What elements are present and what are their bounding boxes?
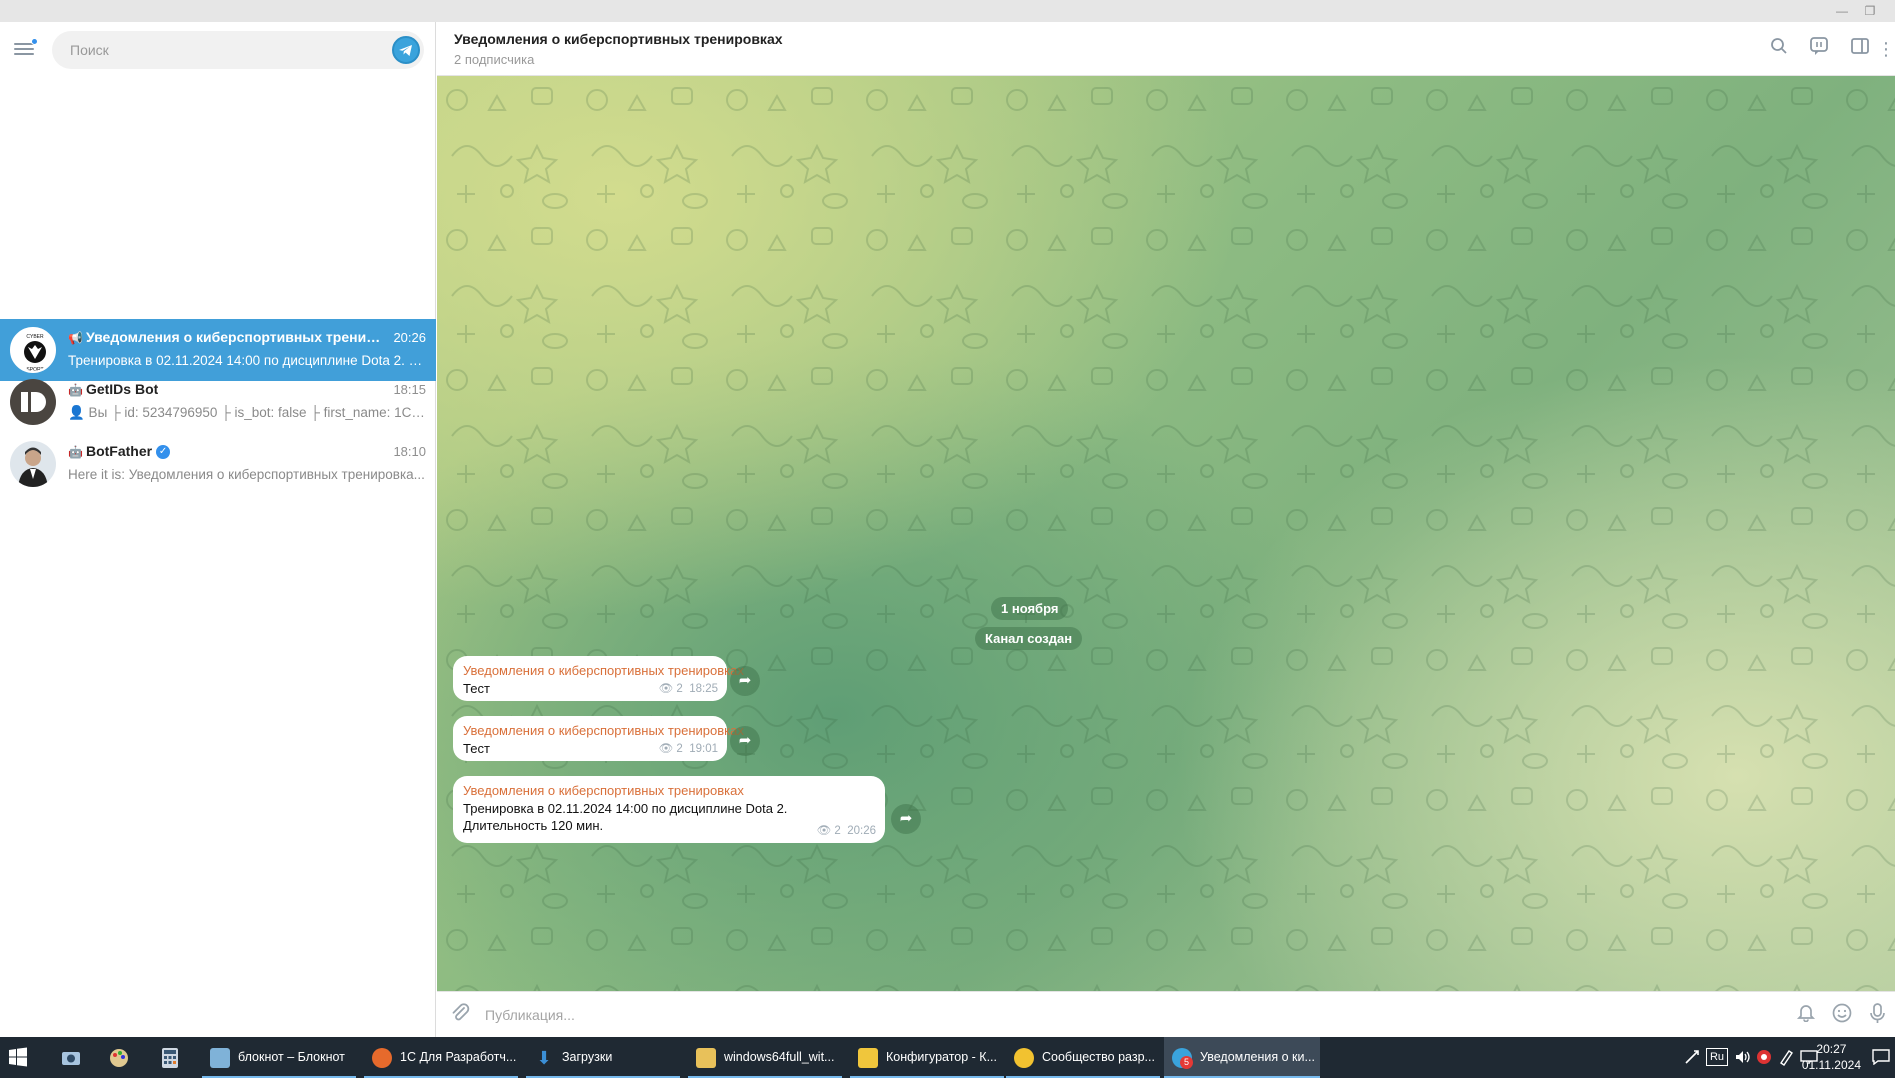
search-icon[interactable] <box>1766 36 1792 62</box>
chat-name: 🤖 GetIDs Bot <box>68 381 159 397</box>
taskbar-app-1c-community[interactable]: Сообщество разр... <box>1006 1037 1160 1078</box>
volume-icon[interactable] <box>1734 1048 1752 1089</box>
chat-background: 1 ноября Канал создан Уведомления о кибе… <box>437 76 1895 991</box>
chat-name: 🤖 BotFather ✓ <box>68 443 171 460</box>
share-icon[interactable]: ➦ <box>891 804 921 834</box>
menu-icon[interactable] <box>14 38 38 60</box>
chat-time: 18:10 <box>393 444 426 459</box>
clock-time: 20:27 <box>1816 1042 1847 1056</box>
chat-title[interactable]: Уведомления о киберспортивных тренировка… <box>454 31 783 47</box>
notification-dot <box>31 38 38 45</box>
taskbar-app-notepad[interactable]: блокнот – Блокнот <box>202 1037 356 1078</box>
firefox-icon <box>372 1047 392 1068</box>
avatar <box>10 441 56 487</box>
1c-icon <box>1014 1047 1034 1068</box>
chat-preview: Here it is: Уведомления о киберспортивны… <box>68 467 425 482</box>
bot-icon: 🤖 <box>68 383 83 397</box>
message-author[interactable]: Уведомления о киберспортивных тренировка… <box>463 723 744 738</box>
notifications-icon[interactable] <box>1872 1049 1890 1090</box>
system-clock[interactable]: 20:27 01.11.2024 <box>1802 1041 1861 1073</box>
avatar: CYBER SPORT <box>10 327 56 373</box>
taskbar-app-downloads[interactable]: ⬇ Загрузки <box>526 1037 680 1078</box>
language-indicator[interactable]: Ru <box>1706 1048 1728 1066</box>
network-tray-icon[interactable] <box>1684 1049 1700 1090</box>
taskbar-app-firefox[interactable]: 1С Для Разработч... <box>364 1037 518 1078</box>
windows-taskbar: блокнот – Блокнот 1С Для Разработч... ⬇ З… <box>0 1037 1895 1078</box>
chat-name: 📢 Уведомления о киберспортивных тренировк… <box>68 329 388 345</box>
chat-subtitle: 2 подписчика <box>454 52 535 67</box>
share-icon[interactable]: ➦ <box>730 726 760 756</box>
doodle-pattern <box>437 76 1895 991</box>
restore-icon[interactable]: ❐ <box>1859 2 1881 20</box>
megaphone-icon: 📢 <box>68 331 83 345</box>
message-bubble[interactable]: Уведомления о киберспортивных тренировка… <box>453 716 744 761</box>
calculator-app-icon[interactable] <box>160 1037 194 1078</box>
taskbar-app-folder[interactable]: windows64full_wit... <box>688 1037 842 1078</box>
notepad-icon <box>210 1047 230 1068</box>
views-icon: 👁 <box>658 683 674 695</box>
message-bubble[interactable]: Уведомления о киберспортивных тренировка… <box>453 776 885 843</box>
message-input[interactable] <box>485 1000 1485 1030</box>
unread-badge: 5 <box>1180 1055 1193 1069</box>
configurator-icon <box>858 1047 878 1068</box>
message-text: Тренировка в 02.11.2024 14:00 по дисципл… <box>463 801 788 833</box>
chat-preview: 👤 Вы ├ id: 5234796950 ├ is_bot: false ├ … <box>68 405 426 420</box>
discussion-icon[interactable] <box>1806 36 1832 62</box>
svg-text:CYBER: CYBER <box>26 334 44 340</box>
message-composer <box>437 991 1895 1037</box>
folder-icon <box>696 1047 716 1068</box>
bot-icon: 🤖 <box>68 445 83 459</box>
chat-sidebar: CYBER SPORT 📢Уведомления о киберспортивн… <box>0 22 436 1037</box>
chat-time: 18:15 <box>393 382 426 397</box>
microphone-icon[interactable] <box>1867 1002 1887 1028</box>
message-author[interactable]: Уведомления о киберспортивных тренировка… <box>463 783 875 798</box>
chat-item-botfather[interactable]: 🤖 BotFather ✓ 18:10 Here it is: Уведомлени… <box>0 433 436 495</box>
download-arrow-icon: ⬇ <box>536 1047 552 1068</box>
message-meta: 👁 2 20:26 <box>816 825 876 837</box>
bell-icon[interactable] <box>1793 1002 1819 1028</box>
message-bubble[interactable]: Уведомления о киберспортивных тренировка… <box>453 656 744 701</box>
verified-icon: ✓ <box>156 445 171 460</box>
chat-time: 20:26 <box>393 330 426 345</box>
avatar <box>10 379 56 425</box>
telegram-logo-icon[interactable] <box>392 36 420 64</box>
pen-tray-icon[interactable] <box>1778 1048 1794 1089</box>
clock-date: 01.11.2024 <box>1801 1058 1861 1072</box>
chat-preview: Тренировка в 02.11.2024 14:00 по дисципл… <box>68 353 426 368</box>
search-box[interactable] <box>52 31 424 69</box>
taskbar-app-telegram[interactable]: 5 Уведомления о ки... <box>1164 1037 1320 1078</box>
sidebar-toggle-icon[interactable] <box>1847 36 1873 62</box>
attach-icon[interactable] <box>447 1002 473 1028</box>
1c-tray-icon[interactable] <box>1756 1049 1772 1090</box>
chat-item-getids-bot[interactable]: 🤖 GetIDs Bot 18:15 👤 Вы ├ id: 5234796950 … <box>0 371 436 433</box>
paint-app-icon[interactable] <box>108 1037 142 1078</box>
chat-panel: Уведомления о киберспортивных тренировка… <box>437 22 1895 1037</box>
views-icon: 👁 <box>816 825 832 837</box>
search-input[interactable] <box>70 31 370 69</box>
message-meta: 👁 2 18:25 <box>658 683 718 695</box>
window-titlebar: — ❐ <box>0 0 1895 22</box>
channel-created-badge: Канал создан <box>975 627 1083 650</box>
emoji-icon[interactable] <box>1829 1002 1855 1028</box>
windows-start-icon[interactable] <box>8 1047 28 1067</box>
telegram-icon: 5 <box>1172 1047 1193 1069</box>
taskbar-app-configurator[interactable]: Конфигуратор - К... <box>850 1037 1004 1078</box>
date-badge: 1 ноября <box>991 597 1069 620</box>
chat-header[interactable]: Уведомления о киберспортивных тренировка… <box>437 22 1895 76</box>
message-meta: 👁 2 19:01 <box>658 743 718 755</box>
share-icon[interactable]: ➦ <box>730 666 760 696</box>
camera-app-icon[interactable] <box>60 1037 94 1078</box>
more-options-icon[interactable]: ⋮ <box>1877 36 1895 62</box>
message-author[interactable]: Уведомления о киберспортивных тренировка… <box>463 663 744 678</box>
minimize-icon[interactable]: — <box>1831 2 1853 20</box>
views-icon: 👁 <box>658 743 674 755</box>
